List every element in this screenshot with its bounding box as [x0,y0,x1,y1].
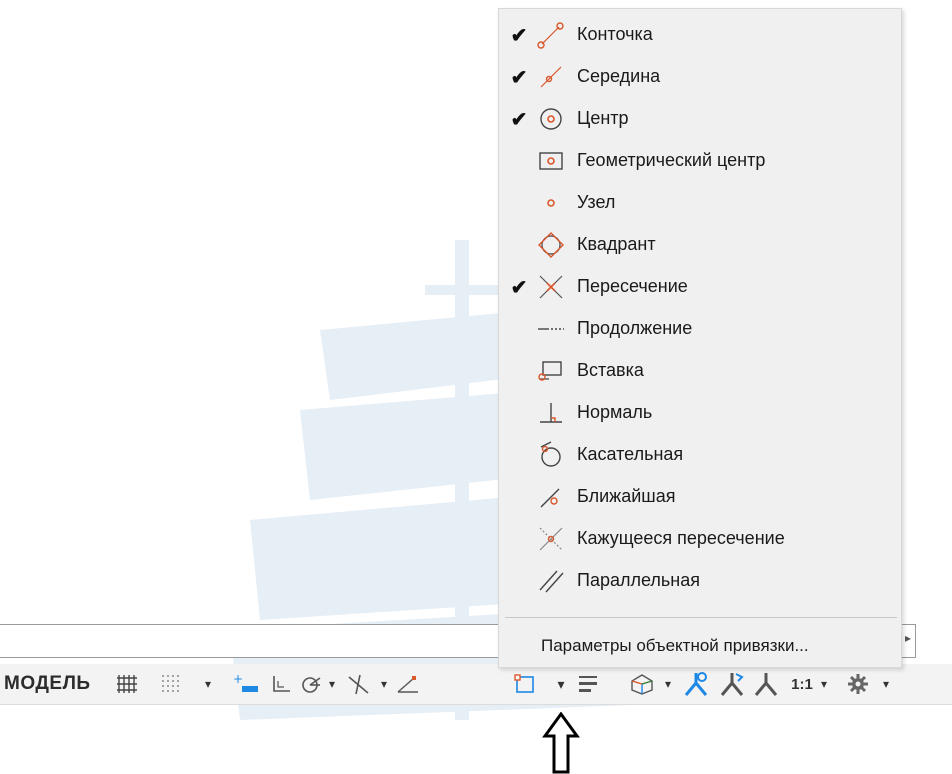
menu-item-label: Квадрант [577,234,656,254]
checkmark-icon: ✔ [510,66,528,89]
menu-separator [505,617,897,618]
checkmark-icon: ✔ [510,276,528,299]
checkmark-icon: ✔ [510,108,528,131]
object-snap-menu: ✔ Конточка ✔ Середина ✔ Центр Геометриче… [498,8,902,668]
menu-item-label: Продолжение [577,318,693,338]
auto-scale-icon[interactable] [718,670,746,698]
menu-item-label: Параллельная [577,570,700,590]
transparency-icon[interactable] [628,670,656,698]
workspace-dropdown-icon[interactable]: ▾ [880,670,892,698]
intersection-snap-icon [539,275,563,299]
menu-item-insertion[interactable]: Вставка [499,351,901,391]
scale-label[interactable]: 1:1 [788,670,816,698]
object-snap-tracking-icon[interactable] [396,670,420,698]
checkmark-icon: ✔ [510,24,528,47]
status-bar: МОДЕЛЬ ▾ + ▾ ▾ ▾ ▾ 1:1 ▾ ▾ [0,664,952,705]
extension-snap-icon [538,328,564,330]
object-snap-icon[interactable] [514,670,538,698]
menu-item-node[interactable]: Узел [499,183,901,223]
menu-item-label: Кажущееся пересечение [577,528,785,548]
object-snap-settings-item[interactable]: Параметры объектной привязки... [499,627,901,665]
menu-item-center[interactable]: ✔ Центр [499,99,901,139]
menu-item-endpoint[interactable]: ✔ Конточка [499,15,901,55]
menu-item-label: Касательная [577,444,684,464]
perpendicular-snap-icon [540,403,562,423]
endpoint-snap-icon [537,22,564,49]
parallel-snap-icon [539,570,564,593]
apparent-intersection-snap-icon [539,527,563,551]
annotation-visibility-icon[interactable] [682,670,710,698]
snap-mode-dropdown-icon[interactable]: ▾ [202,670,214,698]
isometric-dropdown-icon[interactable]: ▾ [378,670,390,698]
gear-icon[interactable] [846,670,870,698]
menu-item-label: Параметры объектной привязки... [541,636,809,655]
object-snap-dropdown-icon[interactable]: ▾ [554,670,568,698]
menu-item-label: Вставка [577,360,644,380]
model-tab-button[interactable]: МОДЕЛЬ [4,670,91,698]
tangent-snap-icon [540,441,561,467]
menu-item-label: Пересечение [577,276,688,296]
nearest-snap-icon [540,488,560,508]
annotation-scale-icon[interactable] [752,670,780,698]
isometric-drafting-icon[interactable] [346,670,372,698]
menu-item-nearest[interactable]: Ближайшая [499,477,901,517]
menu-item-tangent[interactable]: Касательная [499,435,901,475]
menu-item-geometric-center[interactable]: Геометрический центр [499,141,901,181]
node-snap-icon [547,199,555,207]
menu-item-label: Нормаль [577,402,653,422]
midpoint-snap-icon [540,66,562,88]
menu-item-label: Ближайшая [577,486,676,506]
menu-item-label: Центр [577,108,629,128]
scale-dropdown-icon[interactable]: ▾ [818,670,830,698]
menu-item-extension[interactable]: Продолжение [499,309,901,349]
center-snap-icon [540,108,562,130]
polar-tracking-dropdown-icon[interactable]: ▾ [326,670,338,698]
menu-item-apparent-intersection[interactable]: Кажущееся пересечение [499,519,901,559]
menu-item-label: Середина [577,66,661,86]
menu-item-label: Узел [577,192,616,212]
menu-item-midpoint[interactable]: ✔ Середина [499,57,901,97]
menu-item-label: Конточка [577,24,653,44]
geometric-center-snap-icon [539,152,563,170]
grid-icon[interactable] [116,670,138,698]
command-line-caret-icon: ▸ [904,631,911,645]
menu-item-label: Геометрический центр [577,150,766,170]
svg-text:+: + [233,672,243,686]
insertion-snap-icon [538,361,562,381]
menu-item-quadrant[interactable]: Квадрант [499,225,901,265]
snap-mode-icon[interactable] [160,670,182,698]
infer-constraints-icon[interactable]: + [232,670,260,698]
menu-item-perpendicular[interactable]: Нормаль [499,393,901,433]
pointer-arrow-icon [542,712,580,774]
lineweight-icon[interactable] [576,670,600,698]
ortho-mode-icon[interactable] [270,670,292,698]
polar-tracking-icon[interactable] [300,670,322,698]
menu-item-parallel[interactable]: Параллельная [499,561,901,601]
menu-item-intersection[interactable]: ✔ Пересечение [499,267,901,307]
transparency-dropdown-icon[interactable]: ▾ [662,670,674,698]
quadrant-snap-icon [538,232,564,258]
